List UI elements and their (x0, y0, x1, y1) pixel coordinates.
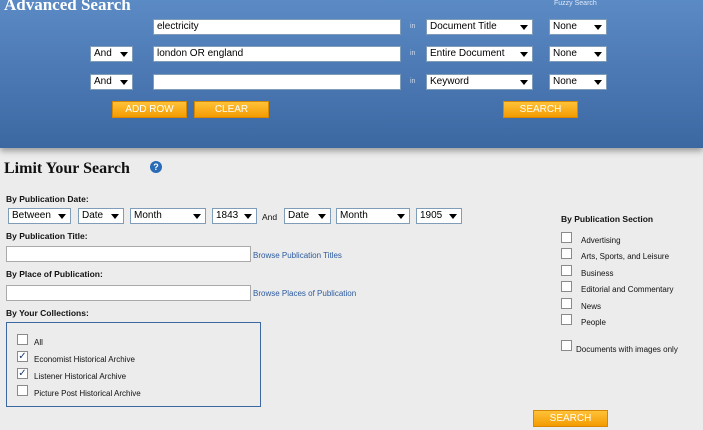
chevron-down-icon (594, 52, 602, 57)
collection-checkbox-all[interactable] (17, 334, 28, 345)
chevron-down-icon (244, 214, 252, 219)
collection-label-economist: Economist Historical Archive (34, 355, 135, 364)
section-checkbox-people[interactable] (561, 314, 572, 325)
to-year-select[interactable]: 1905 (416, 208, 462, 224)
operator-select-2-value: And (94, 48, 112, 59)
fuzzy-select-1-value: None (553, 21, 577, 32)
from-year-value: 1843 (216, 210, 239, 221)
chevron-down-icon (111, 214, 119, 219)
field-select-2-value: Entire Document (430, 48, 505, 59)
publication-title-input[interactable] (6, 246, 251, 262)
section-checkbox-business[interactable] (561, 265, 572, 276)
operator-select-3[interactable]: And (90, 74, 133, 90)
browse-publication-titles-link[interactable]: Browse Publication Titles (253, 251, 342, 260)
chevron-down-icon (193, 214, 201, 219)
add-row-button[interactable]: ADD ROW (112, 101, 187, 118)
publication-date-label: By Publication Date: (6, 194, 89, 204)
date-mode-select[interactable]: Between (8, 208, 71, 224)
date-and-label: And (262, 212, 278, 222)
images-only-checkbox[interactable] (561, 340, 572, 351)
collection-label-listener: Listener Historical Archive (34, 372, 127, 381)
field-select-1[interactable]: Document Title (426, 19, 533, 35)
chevron-down-icon (318, 214, 326, 219)
place-of-publication-label: By Place of Publication: (6, 269, 103, 279)
date-mode-value: Between (12, 210, 51, 221)
field-select-2[interactable]: Entire Document (426, 46, 533, 62)
search-term-input-3[interactable] (153, 74, 401, 90)
in-label-3: in (410, 78, 416, 85)
from-month-value: Month (134, 210, 162, 221)
checkmark-icon: ✓ (18, 368, 27, 379)
publication-section-label: By Publication Section (561, 214, 654, 224)
to-date-value: Date (288, 210, 310, 221)
publication-title-label: By Publication Title: (6, 231, 88, 241)
section-checkbox-news[interactable] (561, 298, 572, 309)
search-button[interactable]: SEARCH (503, 101, 578, 118)
checkmark-icon: ✓ (18, 351, 27, 362)
images-only-label: Documents with images only (576, 345, 678, 354)
section-checkbox-advertising[interactable] (561, 232, 572, 243)
section-label-business: Business (581, 269, 614, 278)
advanced-search-panel: Advanced Search Fuzzy Search electricity… (0, 0, 703, 148)
chevron-down-icon (594, 25, 602, 30)
fuzzy-select-2-value: None (553, 48, 577, 59)
collection-checkbox-listener[interactable]: ✓ (17, 368, 28, 379)
advanced-search-title: Advanced Search (4, 0, 131, 14)
clear-button[interactable]: CLEAR (194, 101, 269, 118)
section-checkbox-editorial[interactable] (561, 281, 572, 292)
field-select-1-value: Document Title (430, 21, 497, 32)
section-label-news: News (581, 302, 602, 311)
section-label-arts: Arts, Sports, and Leisure (581, 252, 670, 261)
field-select-3-value: Keyword (430, 76, 469, 87)
fuzzy-select-3[interactable]: None (549, 74, 607, 90)
from-date-value: Date (82, 210, 104, 221)
chevron-down-icon (120, 52, 128, 57)
operator-select-3-value: And (94, 76, 112, 87)
fuzzy-select-1[interactable]: None (549, 19, 607, 35)
operator-select-2[interactable]: And (90, 46, 133, 62)
to-month-value: Month (340, 210, 368, 221)
in-label-2: in (410, 50, 416, 57)
fuzzy-search-label: Fuzzy Search (554, 0, 597, 7)
fuzzy-select-3-value: None (553, 76, 577, 87)
in-label-1: in (410, 23, 416, 30)
chevron-down-icon (520, 80, 528, 85)
field-select-3[interactable]: Keyword (426, 74, 533, 90)
place-of-publication-input[interactable] (6, 285, 251, 301)
section-label-people: People (581, 318, 606, 327)
collection-label-picture-post: Picture Post Historical Archive (34, 389, 141, 398)
section-label-advertising: Advertising (581, 236, 621, 245)
to-year-value: 1905 (420, 210, 443, 221)
collections-label: By Your Collections: (6, 308, 89, 318)
limit-search-title: Limit Your Search (4, 160, 130, 177)
help-icon[interactable]: ? (150, 161, 162, 173)
chevron-down-icon (120, 80, 128, 85)
from-month-select[interactable]: Month (130, 208, 206, 224)
to-month-select[interactable]: Month (336, 208, 410, 224)
browse-places-link[interactable]: Browse Places of Publication (253, 289, 356, 298)
chevron-down-icon (520, 52, 528, 57)
limit-search-button[interactable]: SEARCH (533, 410, 608, 427)
chevron-down-icon (397, 214, 405, 219)
chevron-down-icon (520, 25, 528, 30)
section-label-editorial: Editorial and Commentary (581, 285, 674, 294)
search-term-input-1[interactable]: electricity (153, 19, 401, 35)
from-year-select[interactable]: 1843 (212, 208, 257, 224)
fuzzy-select-2[interactable]: None (549, 46, 607, 62)
section-checkbox-arts[interactable] (561, 248, 572, 259)
chevron-down-icon (449, 214, 457, 219)
search-term-input-2[interactable]: london OR england (153, 46, 401, 62)
collection-checkbox-picture-post[interactable] (17, 385, 28, 396)
collection-checkbox-economist[interactable]: ✓ (17, 351, 28, 362)
chevron-down-icon (58, 214, 66, 219)
to-date-select[interactable]: Date (284, 208, 331, 224)
collection-label-all: All (34, 338, 43, 347)
from-date-select[interactable]: Date (78, 208, 124, 224)
chevron-down-icon (594, 80, 602, 85)
